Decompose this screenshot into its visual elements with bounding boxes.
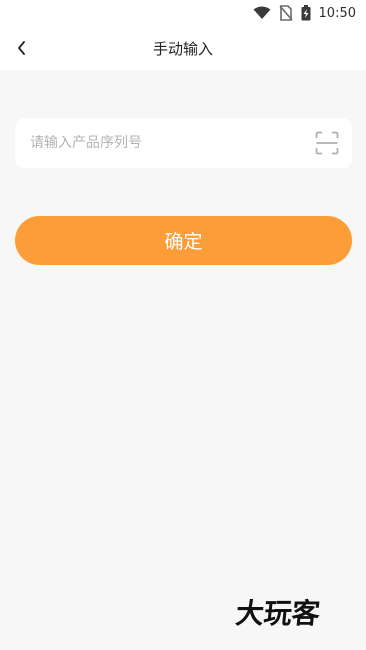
- status-time: 10:50: [318, 5, 356, 21]
- page-title: 手动输入: [152, 39, 213, 58]
- status-bar: 10:50: [0, 0, 366, 26]
- chevron-left-icon: [18, 41, 25, 55]
- manual-input-screen: 10:50 手动输入 确定 大玩客: [0, 0, 366, 650]
- scan-button[interactable]: [314, 130, 340, 156]
- no-sim-icon: [278, 5, 293, 21]
- watermark-logo: 大玩客: [234, 597, 322, 630]
- serial-number-input[interactable]: [30, 135, 314, 151]
- confirm-button[interactable]: 确定: [15, 216, 352, 265]
- back-button[interactable]: [8, 34, 36, 62]
- serial-number-field: [15, 118, 352, 168]
- scan-frame-icon: [315, 131, 339, 155]
- nav-bar: 手动输入: [0, 26, 366, 70]
- wifi-icon: [253, 6, 271, 20]
- battery-charging-icon: [301, 5, 311, 21]
